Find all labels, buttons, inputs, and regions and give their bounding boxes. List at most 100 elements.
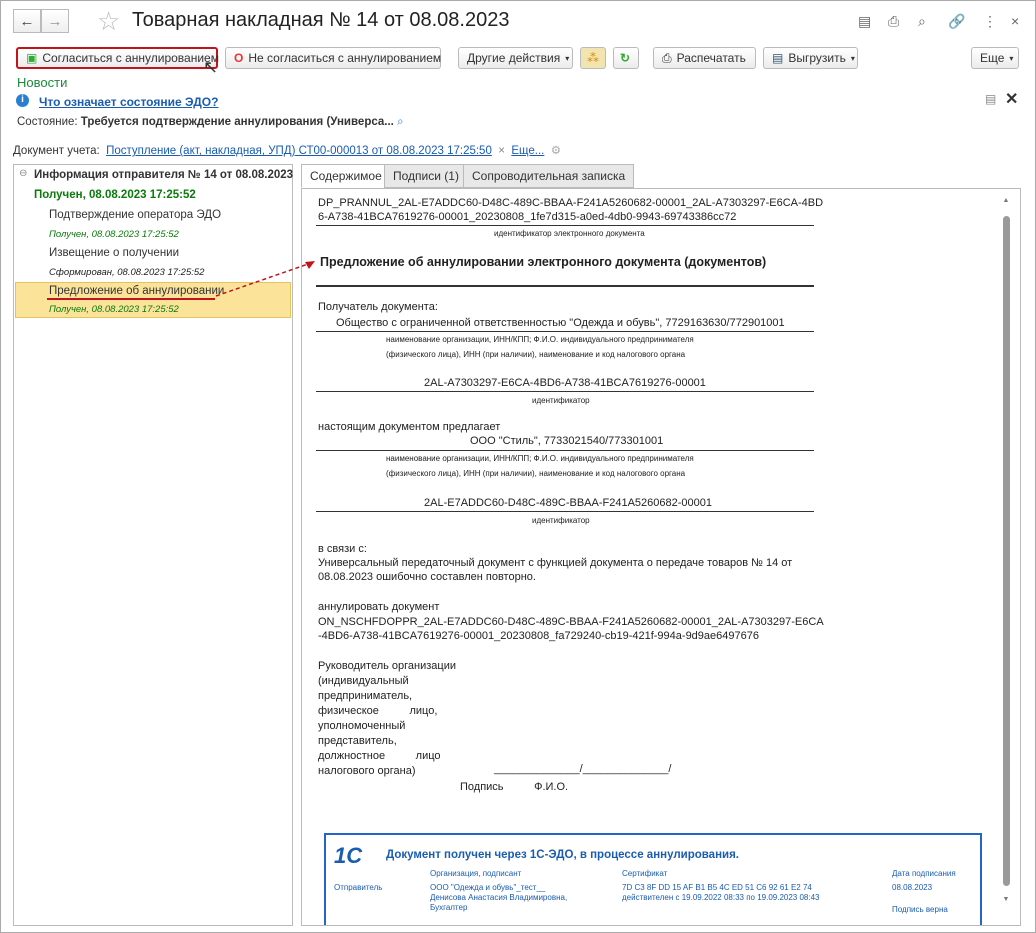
agree-annulment-button[interactable]: ▣ Согласиться с аннулированием: [16, 47, 219, 69]
annul-doc: -4BD6-A738-41BCA7619276-00001_20230808_f…: [318, 630, 759, 642]
stamp-org: Денисова Анастасия Владимировна,: [430, 893, 568, 902]
scrollbar[interactable]: ▲ ▼: [1000, 197, 1012, 917]
stamp-col: Сертификат: [622, 869, 668, 878]
back-button[interactable]: ←: [13, 9, 41, 33]
account-doc-label: Документ учета:: [13, 145, 100, 157]
tab-signatures[interactable]: Подписи (1): [384, 164, 468, 188]
edo-state-help-link[interactable]: Что означает состояние ЭДО?: [39, 95, 218, 109]
caption: идентификатор: [532, 516, 590, 525]
caption: наименование организации, ИНН/КПП; Ф.И.О…: [386, 335, 694, 344]
recipient-label: Получатель документа:: [318, 301, 438, 313]
recipient-id: 2AL-A7303297-E6CA-4BD6-A738-41BCA7619276…: [424, 377, 706, 389]
sender: ООО "Стиль", 7733021540/773301001: [470, 435, 664, 447]
stamp-org: ООО "Одежда и обувь"_тест__: [430, 883, 546, 892]
stamp-date: 08.08.2023: [892, 883, 933, 892]
tree-item-status: Получен, 08.08.2023 17:25:52: [49, 304, 179, 315]
head-line: представитель,: [318, 735, 397, 747]
tree-item-status: Получен, 08.08.2023 17:25:52: [49, 229, 179, 240]
tree-item[interactable]: Подтверждение оператора ЭДО: [49, 209, 221, 221]
export-button[interactable]: ▤ Выгрузить ▾: [763, 47, 858, 69]
caption: идентификатор электронного документа: [494, 229, 645, 238]
preview-icon[interactable]: ⌕: [918, 13, 926, 30]
export-label: Выгрузить: [788, 51, 846, 65]
caption: идентификатор: [532, 396, 590, 405]
sign-caption: Подпись Ф.И.О.: [460, 781, 569, 793]
reason: 08.08.2023 ошибочно составлен повторно.: [318, 571, 536, 583]
scrollbar-thumb[interactable]: [1002, 216, 1010, 886]
agree-label: Согласиться с аннулированием: [42, 51, 219, 65]
more-button[interactable]: Еще ▾: [971, 47, 1019, 69]
gear-icon[interactable]: ⚙: [551, 145, 561, 157]
stamp-col: Дата подписания: [892, 869, 956, 878]
reason-label: в связи с:: [318, 543, 367, 555]
1c-logo: 1C: [334, 843, 363, 868]
link-icon[interactable]: 🔗: [948, 13, 965, 30]
stop-icon: O: [234, 51, 244, 65]
favorite-star-icon[interactable]: ☆: [97, 6, 120, 37]
tree-item[interactable]: Предложение об аннулировании: [49, 285, 224, 297]
caption: (физического лица), ИНН (при наличии), н…: [386, 350, 686, 359]
close-icon[interactable]: ×: [1011, 13, 1019, 29]
doc-title: Предложение об аннулировании электронног…: [320, 255, 767, 269]
tree-root[interactable]: Информация отправителя № 14 от 08.08.202…: [34, 169, 293, 181]
file-id: DP_PRANNUL_2AL-E7ADDC60-D48C-489C-BBAA-F…: [318, 197, 824, 209]
head-line: предприниматель,: [318, 690, 413, 702]
tree-item-status: Сформирован, 08.08.2023 17:25:52: [49, 267, 205, 278]
disagree-annulment-button[interactable]: O Не согласиться с аннулированием: [225, 47, 441, 69]
window-title: Товарная накладная № 14 от 08.08.2023: [132, 9, 510, 31]
floppy-icon: ▤: [772, 51, 784, 65]
save-icon[interactable]: ▤: [858, 13, 871, 30]
doc-icon[interactable]: ▤: [985, 92, 996, 106]
print-button[interactable]: ⎙ Распечатать: [653, 47, 756, 69]
news-link[interactable]: Новости: [17, 75, 67, 90]
stamp-cert: действителен с 19.09.2022 08:33 по 19.09…: [622, 893, 820, 902]
annul-label: аннулировать документ: [318, 601, 440, 613]
caption: наименование организации, ИНН/КПП; Ф.И.О…: [386, 454, 694, 463]
sender-id: 2AL-E7ADDC60-D48C-489C-BBAA-F241A5260682…: [424, 497, 712, 509]
stamp-valid: Подпись верна: [892, 905, 948, 914]
reason: Универсальный передаточный документ с фу…: [318, 557, 793, 569]
stamp-col: Организация, подписант: [430, 869, 522, 878]
state-label: Состояние:: [17, 116, 78, 128]
search-icon[interactable]: ⌕: [397, 116, 403, 128]
edo-stamp: 1C Документ получен через 1С-ЭДО, в проц…: [324, 833, 982, 925]
more-vert-icon[interactable]: ⋮: [983, 13, 997, 30]
doc-check-icon: ▣: [26, 51, 38, 65]
document-view: DP_PRANNUL_2AL-E7ADDC60-D48C-489C-BBAA-F…: [301, 188, 1021, 926]
head-line: должностное лицо: [318, 750, 441, 762]
printer-icon: ⎙: [662, 50, 672, 65]
close-panel-icon[interactable]: ✕: [1005, 89, 1018, 109]
tab-cover-note[interactable]: Сопроводительная записка: [463, 164, 635, 188]
info-icon: i: [16, 94, 29, 107]
account-doc-link[interactable]: Поступление (акт, накладная, УПД) СТ00-0…: [106, 145, 492, 157]
tree-item[interactable]: Извещение о получении: [49, 247, 179, 259]
collapse-icon[interactable]: ⊖: [19, 168, 27, 179]
cursor-icon: ↖: [203, 57, 219, 77]
account-doc-more-link[interactable]: Еще...: [511, 145, 544, 157]
print-icon[interactable]: ⎙: [888, 13, 899, 30]
disagree-label: Не согласиться с аннулированием: [248, 51, 442, 65]
state-value: Требуется подтверждение аннулирования (У…: [80, 116, 394, 128]
stamp-org: Бухгалтер: [430, 903, 468, 912]
structure-button[interactable]: ⁂: [580, 47, 606, 69]
other-label: Другие действия: [467, 51, 561, 65]
head-line: (индивидуальный: [318, 675, 409, 687]
proposes: настоящим документом предлагает: [318, 421, 501, 433]
stamp-row-label: Отправитель: [334, 883, 383, 892]
stamp-title: Документ получен через 1С-ЭДО, в процесс…: [386, 849, 739, 861]
caption: (физического лица), ИНН (при наличии), н…: [386, 469, 686, 478]
file-id: 6-A738-41BCA7619276-00001_20230808_1fe7d…: [318, 211, 737, 223]
sign-line: ______________/______________/: [494, 763, 672, 775]
recipient: Общество с ограниченной ответственностью…: [336, 317, 785, 329]
other-actions-button[interactable]: Другие действия ▾: [458, 47, 573, 69]
more-label: Еще: [980, 51, 1005, 65]
forward-button[interactable]: →: [41, 9, 69, 33]
clear-icon[interactable]: ×: [498, 145, 505, 157]
refresh-button[interactable]: ↻: [613, 47, 639, 69]
head-line: Руководитель организации: [318, 660, 457, 672]
print-label: Распечатать: [676, 51, 746, 65]
tab-content[interactable]: Содержимое: [301, 164, 391, 188]
stamp-cert: 7D C3 8F DD 15 AF B1 B5 4C ED 51 C6 92 6…: [622, 883, 812, 892]
highlight-underline: [47, 298, 215, 300]
head-line: налогового органа): [318, 765, 416, 777]
